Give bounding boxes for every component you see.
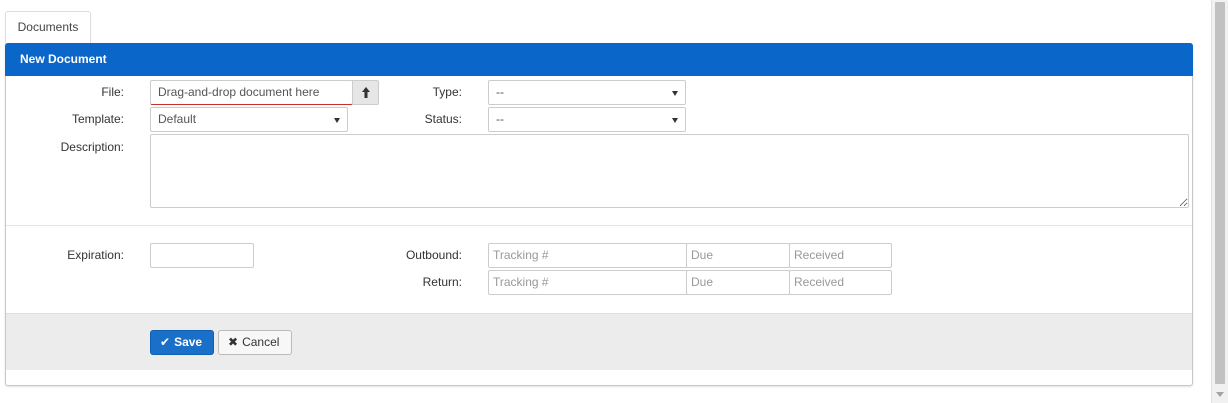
scrollbar-thumb[interactable] xyxy=(1215,2,1225,384)
section-divider xyxy=(6,225,1192,226)
return-due-input[interactable]: Due xyxy=(686,270,790,295)
tab-bar: Documents xyxy=(5,0,1193,44)
chevron-down-icon xyxy=(672,118,678,123)
status-select[interactable]: -- xyxy=(488,107,686,132)
check-icon: ✔ xyxy=(160,335,171,349)
scroll-down-arrow-icon[interactable] xyxy=(1216,392,1224,397)
new-document-panel: New Document File: Drag-and-drop documen… xyxy=(5,43,1193,386)
outbound-received-input[interactable]: Received xyxy=(789,243,892,268)
return-received-input[interactable]: Received xyxy=(789,270,892,295)
cancel-button[interactable]: ✖ Cancel xyxy=(218,330,292,355)
form-actions: ✔ Save ✖ Cancel xyxy=(6,313,1192,370)
status-label: Status: xyxy=(424,112,462,126)
type-select[interactable]: -- xyxy=(488,80,686,105)
description-label: Description: xyxy=(60,140,124,154)
outbound-label: Outbound: xyxy=(405,248,462,262)
save-button[interactable]: ✔ Save xyxy=(150,330,214,355)
template-select[interactable]: Default xyxy=(150,107,348,132)
return-tracking-input[interactable]: Tracking # xyxy=(488,270,688,295)
expiration-label: Expiration: xyxy=(67,248,124,262)
outbound-due-input[interactable]: Due xyxy=(686,243,790,268)
file-label: File: xyxy=(101,85,124,99)
upload-button[interactable] xyxy=(352,80,379,105)
vertical-scrollbar[interactable] xyxy=(1211,0,1228,403)
save-button-label: Save xyxy=(174,335,203,349)
file-dropzone[interactable]: Drag-and-drop document here xyxy=(150,80,353,105)
tab-documents[interactable]: Documents xyxy=(5,11,91,44)
chevron-down-icon xyxy=(672,91,678,96)
template-label: Template: xyxy=(71,112,124,126)
template-select-value: Default xyxy=(158,112,197,126)
expiration-input[interactable] xyxy=(150,243,254,268)
return-label: Return: xyxy=(422,275,462,289)
description-textarea[interactable] xyxy=(150,134,1189,208)
cancel-button-label: Cancel xyxy=(242,335,280,349)
arrow-up-icon xyxy=(362,87,370,98)
type-label: Type: xyxy=(432,85,462,99)
type-select-value: -- xyxy=(496,85,504,99)
panel-title: New Document xyxy=(5,43,1193,76)
chevron-down-icon xyxy=(334,118,340,123)
x-icon: ✖ xyxy=(228,335,239,349)
status-select-value: -- xyxy=(496,112,504,126)
outbound-tracking-input[interactable]: Tracking # xyxy=(488,243,688,268)
